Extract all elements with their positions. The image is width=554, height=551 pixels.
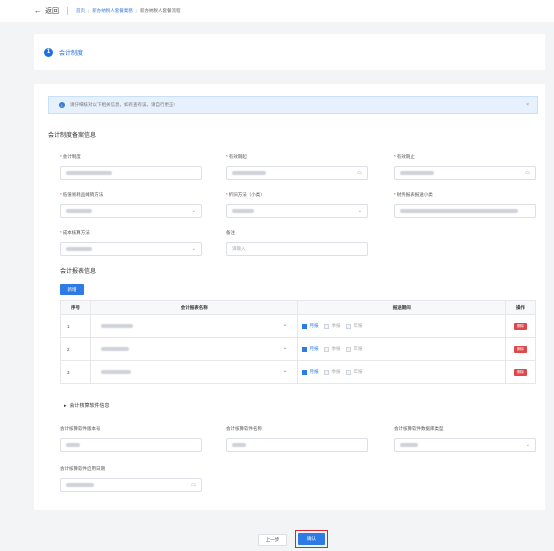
breadcrumb-home[interactable]: 首页 (76, 8, 85, 14)
breadcrumb-package[interactable]: 新办纳税人套餐業務 (92, 8, 133, 14)
column-header-actions: 操作 (505, 300, 536, 315)
field-label-software-version: 会计核算软件版本号 (60, 426, 101, 431)
field-label-remarks: 备注 (226, 230, 235, 235)
column-header-index: 序号 (60, 300, 91, 315)
chevron-down-icon: ⌄ (282, 345, 288, 351)
chevron-down-icon: ⌄ (525, 442, 530, 448)
column-header-period: 报送期间 (297, 300, 507, 315)
step-title: 会计制度 (59, 50, 84, 57)
caret-icon: ▸ (64, 402, 67, 409)
field-label-amortization: *低值易耗品摊销方法 (60, 192, 104, 197)
period-checkbox-group: 月报 季报 年报 (298, 369, 505, 375)
info-icon: i (59, 102, 65, 108)
chevron-down-icon: ⌄ (191, 208, 196, 214)
quarterly-checkbox[interactable]: 季报 (324, 346, 340, 352)
close-icon[interactable]: × (526, 102, 529, 108)
chevron-down-icon: ⌄ (357, 208, 362, 214)
add-report-button[interactable]: 新增 (60, 284, 84, 295)
software-section-title[interactable]: ▸ 会计核算软件信息 (64, 402, 110, 410)
row-index: 1 (60, 314, 91, 338)
table-row: 1 ⌄ 月报 季报 年报 删除 (60, 314, 536, 338)
remarks-input[interactable]: 请输入 (226, 242, 368, 256)
chevron-down-icon: ⌄ (282, 368, 288, 374)
back-label: 返回 (45, 8, 59, 15)
quarterly-checkbox[interactable]: 季报 (324, 323, 340, 329)
breadcrumb-separator: / (88, 8, 90, 14)
field-label-report-category: *财务报表报送小类 (394, 192, 433, 197)
reports-table: 序号 会计报表名称 报送期间 操作 1 ⌄ 月报 季报 年报 删除 2 ⌄ 月报… (60, 300, 536, 384)
calendar-icon: ▭ (191, 482, 196, 488)
field-label-database-type: 会计核算软件数据库类型 (394, 426, 444, 431)
main-form-card: i 请仔细核对以下相关信息，如有查有误，请自行更正! × 会计制度备案信息 *会… (34, 84, 545, 510)
divider (67, 7, 68, 15)
software-version-input[interactable] (60, 438, 202, 452)
confirm-button-highlight: 确认 (295, 530, 328, 548)
back-button[interactable]: ← 返回 (34, 6, 59, 16)
delete-button[interactable]: 删除 (514, 322, 528, 330)
field-label-accounting-system: *会计制度 (60, 154, 81, 159)
breadcrumb-current: 新办纳税人套餐流程 (140, 8, 181, 13)
annual-checkbox[interactable]: 年报 (346, 346, 362, 352)
costing-method-select[interactable]: ⌄ (60, 242, 202, 256)
valid-to-date-field[interactable]: ▭ (394, 166, 536, 180)
chevron-down-icon: ⌄ (282, 322, 288, 328)
field-label-costing: *成本核算方法 (60, 230, 90, 235)
field-label-valid-to: *有效期止 (394, 154, 415, 159)
database-type-select[interactable]: ⌄ (394, 438, 536, 452)
reports-section-title: 会计报表信息 (60, 269, 97, 275)
calendar-icon: ▭ (357, 170, 362, 176)
monthly-checkbox[interactable]: 月报 (302, 369, 318, 375)
calendar-icon: ▭ (525, 170, 530, 176)
info-alert: i 请仔细核对以下相关信息，如有查有误，请自行更正! × (48, 96, 538, 114)
table-row: 3 ⌄ 月报 季报 年报 删除 (60, 360, 536, 384)
annual-checkbox[interactable]: 年报 (346, 369, 362, 375)
filing-section-title: 会计制度备案信息 (48, 133, 97, 139)
top-bar: ← 返回 首页 / 新办纳税人套餐業務 / 新办纳税人套餐流程 (0, 0, 554, 22)
accounting-system-select[interactable] (60, 166, 202, 180)
delete-button[interactable]: 删除 (514, 368, 528, 376)
amortization-method-select[interactable]: ⌄ (60, 204, 202, 218)
previous-step-button[interactable]: 上一步 (258, 534, 287, 546)
period-checkbox-group: 月报 季报 年报 (298, 346, 505, 352)
report-name-select[interactable]: ⌄ (95, 342, 294, 356)
breadcrumb-separator: / (135, 8, 138, 14)
depreciation-method-select[interactable]: ⌄ (226, 204, 368, 218)
column-header-report-name: 会计报表名称 (89, 300, 299, 315)
field-label-valid-from: *有效期起 (226, 154, 247, 159)
valid-from-date-field[interactable]: ▭ (226, 166, 368, 180)
breadcrumb: 首页 / 新办纳税人套餐業務 / 新办纳税人套餐流程 (76, 8, 181, 14)
table-row: 2 ⌄ 月报 季报 年报 删除 (60, 337, 536, 361)
period-checkbox-group: 月报 季报 年报 (298, 323, 505, 329)
annual-checkbox[interactable]: 年报 (346, 323, 362, 329)
alert-text: 请仔细核对以下相关信息，如有查有误，请自行更正! (70, 102, 175, 107)
arrow-left-icon: ← (34, 6, 42, 15)
field-label-software-name: 会计核算软件名称 (226, 426, 262, 431)
step-number-badge: 1 (44, 47, 53, 57)
field-label-depreciation: *折旧方法（小类） (226, 192, 265, 197)
report-name-select[interactable]: ⌄ (95, 365, 294, 379)
report-category-select[interactable] (394, 204, 536, 218)
field-label-software-start-date: 会计核算软件启用日期 (60, 466, 105, 471)
software-name-input[interactable] (226, 438, 368, 452)
confirm-button[interactable]: 确认 (298, 533, 325, 545)
step-header: 1 会计制度 (34, 34, 545, 70)
delete-button[interactable]: 删除 (514, 345, 528, 353)
row-index: 3 (60, 360, 91, 384)
report-name-select[interactable]: ⌄ (95, 319, 294, 333)
chevron-down-icon: ⌄ (191, 246, 196, 252)
row-index: 2 (60, 337, 91, 361)
monthly-checkbox[interactable]: 月报 (302, 323, 318, 329)
monthly-checkbox[interactable]: 月报 (302, 346, 318, 352)
quarterly-checkbox[interactable]: 季报 (324, 369, 340, 375)
software-start-date-field[interactable]: ▭ (60, 478, 202, 492)
